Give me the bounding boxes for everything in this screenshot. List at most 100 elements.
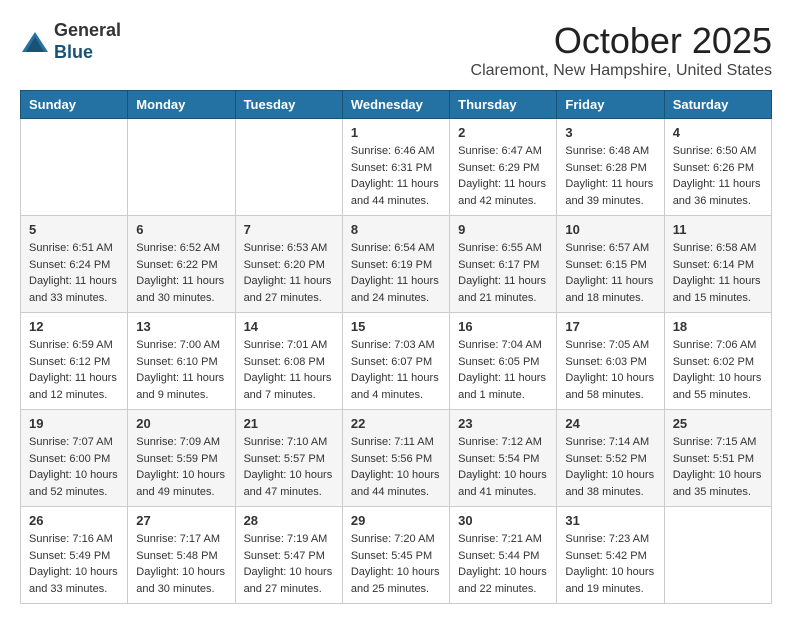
calendar-week-1: 1 Sunrise: 6:46 AMSunset: 6:31 PMDaylight… [21,119,772,216]
day-number: 2 [458,125,548,140]
calendar-cell [21,119,128,216]
day-info: Sunrise: 7:00 AMSunset: 6:10 PMDaylight:… [136,337,226,403]
day-info: Sunrise: 6:48 AMSunset: 6:28 PMDaylight:… [565,143,655,209]
calendar-header-row: Sunday Monday Tuesday Wednesday Thursday… [21,91,772,119]
col-thursday: Thursday [450,91,557,119]
calendar-cell [128,119,235,216]
day-info: Sunrise: 6:51 AMSunset: 6:24 PMDaylight:… [29,240,119,306]
day-info: Sunrise: 6:52 AMSunset: 6:22 PMDaylight:… [136,240,226,306]
calendar-week-4: 19Sunrise: 7:07 AMSunset: 6:00 PMDayligh… [21,410,772,507]
day-number: 9 [458,222,548,237]
day-info: Sunrise: 7:20 AMSunset: 5:45 PMDaylight:… [351,531,441,597]
day-number: 30 [458,513,548,528]
day-number: 26 [29,513,119,528]
day-info: Sunrise: 7:21 AMSunset: 5:44 PMDaylight:… [458,531,548,597]
day-number: 4 [673,125,763,140]
col-friday: Friday [557,91,664,119]
day-number: 14 [244,319,334,334]
calendar-cell: 26 Sunrise: 7:16 AMSunset: 5:49 PMDayligh… [21,507,128,604]
calendar-cell: 20Sunrise: 7:09 AMSunset: 5:59 PMDayligh… [128,410,235,507]
month-title: October 2025 [471,20,772,62]
col-sunday: Sunday [21,91,128,119]
day-info: Sunrise: 6:57 AMSunset: 6:15 PMDaylight:… [565,240,655,306]
page-header: General Blue October 2025 Claremont, New… [20,20,772,80]
day-number: 28 [244,513,334,528]
day-number: 12 [29,319,119,334]
day-number: 1 [351,125,441,140]
calendar-cell: 16Sunrise: 7:04 AMSunset: 6:05 PMDayligh… [450,313,557,410]
calendar-cell: 18 Sunrise: 7:06 AMSunset: 6:02 PMDayligh… [664,313,771,410]
calendar-cell: 8 Sunrise: 6:54 AMSunset: 6:19 PMDaylight… [342,216,449,313]
calendar-table: Sunday Monday Tuesday Wednesday Thursday… [20,90,772,604]
day-info: Sunrise: 6:55 AMSunset: 6:17 PMDaylight:… [458,240,548,306]
calendar-cell: 2 Sunrise: 6:47 AMSunset: 6:29 PMDaylight… [450,119,557,216]
title-block: October 2025 Claremont, New Hampshire, U… [471,20,772,80]
calendar-cell: 22 Sunrise: 7:11 AMSunset: 5:56 PMDayligh… [342,410,449,507]
day-info: Sunrise: 7:19 AMSunset: 5:47 PMDaylight:… [244,531,334,597]
calendar-cell: 3 Sunrise: 6:48 AMSunset: 6:28 PMDaylight… [557,119,664,216]
calendar-week-5: 26 Sunrise: 7:16 AMSunset: 5:49 PMDayligh… [21,507,772,604]
calendar-cell: 11Sunrise: 6:58 AMSunset: 6:14 PMDayligh… [664,216,771,313]
day-number: 17 [565,319,655,334]
col-monday: Monday [128,91,235,119]
calendar-cell: 24 Sunrise: 7:14 AMSunset: 5:52 PMDayligh… [557,410,664,507]
logo-icon [20,27,50,57]
day-info: Sunrise: 7:12 AMSunset: 5:54 PMDaylight:… [458,434,548,500]
calendar-cell [235,119,342,216]
day-info: Sunrise: 7:17 AMSunset: 5:48 PMDaylight:… [136,531,226,597]
day-info: Sunrise: 7:09 AMSunset: 5:59 PMDaylight:… [136,434,226,500]
location: Claremont, New Hampshire, United States [471,62,772,80]
calendar-cell: 12 Sunrise: 6:59 AMSunset: 6:12 PMDayligh… [21,313,128,410]
col-wednesday: Wednesday [342,91,449,119]
calendar-cell: 6 Sunrise: 6:52 AMSunset: 6:22 PMDaylight… [128,216,235,313]
day-number: 25 [673,416,763,431]
calendar-cell: 13 Sunrise: 7:00 AMSunset: 6:10 PMDayligh… [128,313,235,410]
day-number: 3 [565,125,655,140]
calendar-cell: 7Sunrise: 6:53 AMSunset: 6:20 PMDaylight… [235,216,342,313]
calendar-cell: 10 Sunrise: 6:57 AMSunset: 6:15 PMDayligh… [557,216,664,313]
day-number: 15 [351,319,441,334]
calendar-cell: 4 Sunrise: 6:50 AMSunset: 6:26 PMDaylight… [664,119,771,216]
calendar-cell: 23Sunrise: 7:12 AMSunset: 5:54 PMDayligh… [450,410,557,507]
day-info: Sunrise: 7:14 AMSunset: 5:52 PMDaylight:… [565,434,655,500]
calendar-week-2: 5 Sunrise: 6:51 AMSunset: 6:24 PMDaylight… [21,216,772,313]
day-info: Sunrise: 7:23 AMSunset: 5:42 PMDaylight:… [565,531,655,597]
day-info: Sunrise: 7:01 AMSunset: 6:08 PMDaylight:… [244,337,334,403]
day-number: 29 [351,513,441,528]
day-info: Sunrise: 7:04 AMSunset: 6:05 PMDaylight:… [458,337,548,403]
day-number: 21 [244,416,334,431]
col-tuesday: Tuesday [235,91,342,119]
day-number: 6 [136,222,226,237]
day-info: Sunrise: 6:47 AMSunset: 6:29 PMDaylight:… [458,143,548,209]
day-info: Sunrise: 6:54 AMSunset: 6:19 PMDaylight:… [351,240,441,306]
day-info: Sunrise: 7:16 AMSunset: 5:49 PMDaylight:… [29,531,119,597]
day-number: 8 [351,222,441,237]
day-info: Sunrise: 6:50 AMSunset: 6:26 PMDaylight:… [673,143,763,209]
day-info: Sunrise: 7:15 AMSunset: 5:51 PMDaylight:… [673,434,763,500]
calendar-cell: 15Sunrise: 7:03 AMSunset: 6:07 PMDayligh… [342,313,449,410]
day-number: 5 [29,222,119,237]
calendar-week-3: 12 Sunrise: 6:59 AMSunset: 6:12 PMDayligh… [21,313,772,410]
day-info: Sunrise: 6:59 AMSunset: 6:12 PMDaylight:… [29,337,119,403]
day-info: Sunrise: 7:11 AMSunset: 5:56 PMDaylight:… [351,434,441,500]
day-number: 18 [673,319,763,334]
calendar-cell: 31Sunrise: 7:23 AMSunset: 5:42 PMDayligh… [557,507,664,604]
calendar-cell: 14 Sunrise: 7:01 AMSunset: 6:08 PMDayligh… [235,313,342,410]
calendar-cell [664,507,771,604]
calendar-cell: 25 Sunrise: 7:15 AMSunset: 5:51 PMDayligh… [664,410,771,507]
day-number: 22 [351,416,441,431]
day-info: Sunrise: 7:06 AMSunset: 6:02 PMDaylight:… [673,337,763,403]
calendar-cell: 9 Sunrise: 6:55 AMSunset: 6:17 PMDaylight… [450,216,557,313]
logo-blue: Blue [54,42,121,64]
calendar-cell: 1 Sunrise: 6:46 AMSunset: 6:31 PMDaylight… [342,119,449,216]
calendar-cell: 27Sunrise: 7:17 AMSunset: 5:48 PMDayligh… [128,507,235,604]
day-info: Sunrise: 6:46 AMSunset: 6:31 PMDaylight:… [351,143,441,209]
day-number: 13 [136,319,226,334]
day-number: 24 [565,416,655,431]
day-info: Sunrise: 7:07 AMSunset: 6:00 PMDaylight:… [29,434,119,500]
calendar-cell: 28 Sunrise: 7:19 AMSunset: 5:47 PMDayligh… [235,507,342,604]
day-number: 10 [565,222,655,237]
day-info: Sunrise: 7:10 AMSunset: 5:57 PMDaylight:… [244,434,334,500]
day-info: Sunrise: 6:53 AMSunset: 6:20 PMDaylight:… [244,240,334,306]
logo-text: General Blue [54,20,121,63]
